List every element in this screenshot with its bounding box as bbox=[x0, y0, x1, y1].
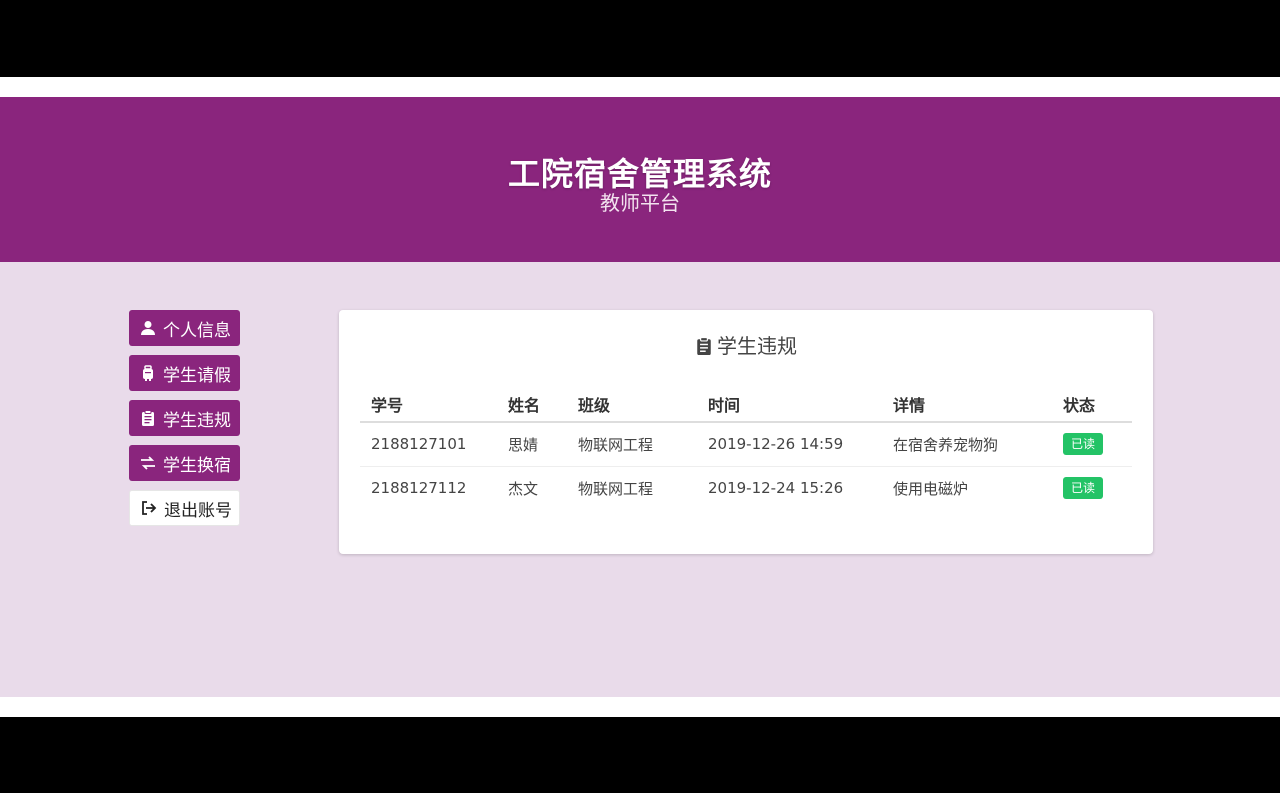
violation-table: 学号 姓名 班级 时间 详情 状态 2188127101 思婧 物联网工程 20… bbox=[360, 386, 1132, 510]
letterbox-bottom bbox=[0, 717, 1280, 793]
cell-status: 已读 bbox=[1052, 422, 1132, 467]
page-subtitle: 教师平台 bbox=[600, 191, 680, 215]
cell-detail: 在宿舍养宠物狗 bbox=[882, 422, 1052, 467]
cell-id: 2188127112 bbox=[371, 479, 467, 498]
cell-class: 物联网工程 bbox=[567, 422, 697, 467]
column-header-status: 状态 bbox=[1052, 386, 1132, 423]
sidebar-item-label: 学生违规 bbox=[163, 410, 231, 431]
cell-name: 思婧 bbox=[497, 422, 567, 467]
sidebar-item-dorm-change[interactable]: 学生换宿 bbox=[129, 445, 240, 481]
sidebar-item-label: 学生请假 bbox=[163, 365, 231, 386]
sidebar-item-violation[interactable]: 学生违规 bbox=[129, 400, 240, 436]
column-header-name: 姓名 bbox=[497, 386, 567, 423]
header-banner: 工院宿舍管理系统 教师平台 bbox=[0, 97, 1280, 262]
top-strip bbox=[0, 77, 1280, 97]
exchange-icon bbox=[139, 454, 157, 472]
cell-class: 物联网工程 bbox=[578, 479, 654, 498]
clipboard-icon bbox=[139, 409, 157, 427]
suitcase-icon bbox=[139, 364, 157, 382]
sidebar-item-label: 个人信息 bbox=[163, 320, 231, 341]
column-header-detail: 详情 bbox=[882, 386, 1052, 423]
panel-title-text: 学生违规 bbox=[717, 334, 797, 358]
column-header-class: 班级 bbox=[567, 386, 697, 423]
sign-out-icon bbox=[140, 499, 158, 517]
sidebar-item-profile[interactable]: 个人信息 bbox=[129, 310, 240, 346]
column-header-id: 学号 bbox=[360, 386, 497, 423]
letterbox-top bbox=[0, 0, 1280, 77]
cell-time: 2019-12-26 14:59 bbox=[697, 422, 882, 467]
app-viewport: 工院宿舍管理系统 教师平台 个人信息 学生请假 学生违规 学生换宿 退出账号 学… bbox=[0, 77, 1280, 717]
status-badge[interactable]: 已读 bbox=[1063, 477, 1104, 500]
sidebar-item-label: 退出账号 bbox=[164, 500, 232, 521]
cell-status: 已读 bbox=[1052, 466, 1132, 510]
table-header-row: 学号 姓名 班级 时间 详情 状态 bbox=[360, 386, 1132, 423]
sidebar-item-logout[interactable]: 退出账号 bbox=[129, 490, 240, 526]
cell-detail: 使用电磁炉 bbox=[893, 479, 969, 498]
user-icon bbox=[139, 319, 157, 337]
main-content: 个人信息 学生请假 学生违规 学生换宿 退出账号 学生违规 学号 姓名 班级 时… bbox=[0, 262, 1280, 697]
clipboard-icon bbox=[695, 336, 713, 355]
panel-title: 学生违规 bbox=[339, 330, 1153, 359]
table-row: 2188127101 思婧 物联网工程 2019-12-26 14:59 在宿舍… bbox=[360, 422, 1132, 467]
violation-panel: 学生违规 学号 姓名 班级 时间 详情 状态 2188127101 思婧 物联网… bbox=[339, 310, 1153, 554]
table-row: 2188127112 杰文 物联网工程 2019-12-24 15:26 使用电… bbox=[360, 466, 1132, 510]
cell-time: 2019-12-24 15:26 bbox=[708, 479, 844, 498]
cell-name: 杰文 bbox=[508, 479, 539, 498]
sidebar: 个人信息 学生请假 学生违规 学生换宿 退出账号 bbox=[129, 310, 240, 535]
column-header-time: 时间 bbox=[697, 386, 882, 423]
status-badge[interactable]: 已读 bbox=[1063, 433, 1104, 456]
sidebar-item-label: 学生换宿 bbox=[163, 455, 231, 476]
bottom-strip bbox=[0, 697, 1280, 717]
sidebar-item-leave[interactable]: 学生请假 bbox=[129, 355, 240, 391]
cell-id: 2188127101 bbox=[360, 422, 497, 467]
